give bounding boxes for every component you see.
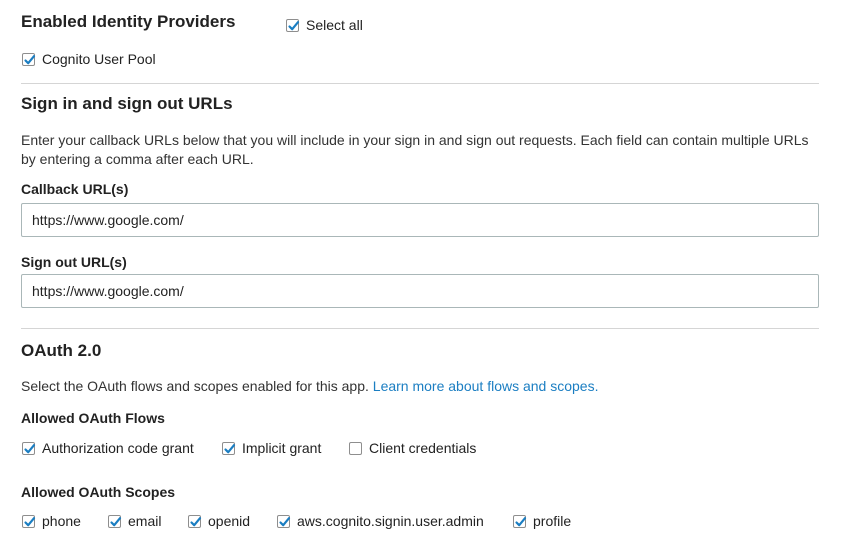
cognito-user-pool-label: Cognito User Pool bbox=[42, 51, 156, 67]
cognito-user-pool-checkbox[interactable]: Cognito User Pool bbox=[22, 51, 156, 67]
section-divider bbox=[21, 328, 819, 329]
scope-aws-cognito-admin-checkbox[interactable]: aws.cognito.signin.user.admin bbox=[277, 513, 484, 529]
learn-more-flows-scopes-link[interactable]: Learn more about flows and scopes. bbox=[373, 378, 599, 394]
oauth-description-text: Select the OAuth flows and scopes enable… bbox=[21, 378, 369, 394]
scope-aws-cognito-admin-label: aws.cognito.signin.user.admin bbox=[297, 513, 484, 529]
checkmark-icon[interactable] bbox=[22, 514, 36, 528]
oauth-description: Select the OAuth flows and scopes enable… bbox=[21, 377, 598, 396]
urls-section-title: Sign in and sign out URLs bbox=[21, 94, 233, 113]
allowed-oauth-flows-label: Allowed OAuth Flows bbox=[21, 410, 165, 426]
signout-url-input[interactable] bbox=[21, 274, 819, 308]
checkmark-icon[interactable] bbox=[22, 441, 36, 455]
flow-client-credentials-checkbox[interactable]: Client credentials bbox=[349, 440, 476, 456]
callback-url-label: Callback URL(s) bbox=[21, 181, 129, 197]
app-client-settings-page: Enabled Identity Providers Select all Co… bbox=[0, 0, 843, 550]
oauth-section-title: OAuth 2.0 bbox=[21, 341, 102, 360]
scope-openid-checkbox[interactable]: openid bbox=[188, 513, 250, 529]
flow-implicit-grant-label: Implicit grant bbox=[242, 440, 322, 456]
scope-openid-label: openid bbox=[208, 513, 251, 529]
identity-providers-title: Enabled Identity Providers bbox=[21, 12, 236, 31]
scope-profile-checkbox[interactable]: profile bbox=[513, 513, 571, 529]
scope-phone-label: phone bbox=[42, 513, 81, 529]
checkmark-icon[interactable] bbox=[188, 514, 202, 528]
checkmark-icon[interactable] bbox=[513, 514, 527, 528]
section-divider bbox=[21, 83, 819, 84]
scope-email-label: email bbox=[128, 513, 162, 529]
checkmark-icon[interactable] bbox=[108, 514, 122, 528]
select-all-label: Select all bbox=[306, 17, 363, 33]
urls-description: Enter your callback URLs below that you … bbox=[21, 132, 809, 167]
flow-implicit-grant-checkbox[interactable]: Implicit grant bbox=[222, 440, 321, 456]
flow-authorization-code-label: Authorization code grant bbox=[42, 440, 194, 456]
empty-checkbox-icon[interactable] bbox=[349, 441, 362, 455]
checkmark-icon[interactable] bbox=[22, 52, 36, 66]
signout-url-label: Sign out URL(s) bbox=[21, 254, 127, 270]
identity-providers-heading-row: Enabled Identity Providers bbox=[21, 12, 235, 32]
scope-profile-label: profile bbox=[533, 513, 572, 529]
checkmark-icon[interactable] bbox=[277, 514, 291, 528]
flow-client-credentials-label: Client credentials bbox=[369, 440, 477, 456]
scope-phone-checkbox[interactable]: phone bbox=[22, 513, 81, 529]
select-all-checkbox[interactable]: Select all bbox=[286, 17, 363, 33]
allowed-oauth-scopes-label: Allowed OAuth Scopes bbox=[21, 484, 176, 500]
checkmark-icon[interactable] bbox=[222, 441, 236, 455]
checkmark-icon[interactable] bbox=[286, 18, 300, 32]
callback-url-input[interactable] bbox=[21, 203, 819, 237]
scope-email-checkbox[interactable]: email bbox=[108, 513, 161, 529]
flow-authorization-code-checkbox[interactable]: Authorization code grant bbox=[22, 440, 194, 456]
